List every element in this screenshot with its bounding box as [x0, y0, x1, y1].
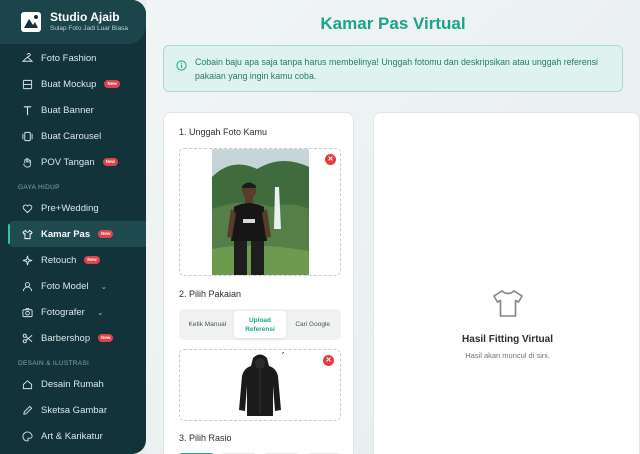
sidebar-item-barbershop[interactable]: Barbershop New — [0, 325, 146, 351]
photo-dropzone[interactable]: ✕ — [179, 148, 341, 276]
sidebar-item-art-karikatur[interactable]: Art & Karikatur — [0, 423, 146, 449]
sidebar-item-label: Desain Rumah — [41, 378, 104, 390]
new-badge: New — [102, 158, 118, 166]
main-content: Kamar Pas Virtual Cobain baju apa saja t… — [146, 0, 640, 454]
new-badge: New — [104, 80, 120, 88]
sidebar-item-kamar-pas[interactable]: Kamar Pas New — [8, 221, 146, 247]
new-badge: New — [98, 230, 114, 238]
sidebar-item-label: Kamar Pas — [41, 228, 91, 240]
carousel-icon — [22, 131, 33, 142]
chevron-down-icon: ⌄ — [96, 307, 104, 317]
remove-clothing-button[interactable]: ✕ — [323, 355, 334, 366]
chevron-down-icon: ⌄ — [100, 281, 108, 291]
sidebar-item-retouch[interactable]: Retouch New — [0, 247, 146, 273]
tshirt-icon — [493, 290, 523, 317]
sidebar-item-buat-carousel[interactable]: Buat Carousel — [0, 123, 146, 149]
step-upload-label: 1. Unggah Foto Kamu — [179, 127, 268, 137]
section-label-desain: DESAIN & ILUSTRASI — [18, 359, 90, 367]
sidebar-item-label: Buat Banner — [41, 104, 94, 116]
info-text: Cobain baju apa saja tanpa harus membeli… — [195, 57, 598, 81]
uploaded-photo — [212, 149, 309, 275]
sidebar-item-label: Foto Model — [41, 280, 89, 292]
info-banner: Cobain baju apa saja tanpa harus membeli… — [163, 45, 623, 92]
step-ratio-label: 3. Pilih Rasio — [179, 433, 232, 443]
logo-icon — [21, 12, 41, 32]
scissors-icon — [22, 333, 33, 344]
sidebar-item-foto-model[interactable]: Foto Model ⌄ — [0, 273, 146, 299]
heart-icon — [22, 203, 33, 214]
brand-header[interactable]: Studio Ajaib Sulap Foto Jadi Luar Biasa — [0, 0, 146, 44]
sidebar-item-label: Fotografer — [41, 306, 85, 318]
sidebar-item-pov-tangan[interactable]: POV Tangan New — [0, 149, 146, 175]
result-title: Hasil Fitting Virtual — [462, 334, 553, 345]
result-subtitle: Hasil akan muncul di sini. — [465, 351, 550, 360]
sparkle-icon — [22, 255, 33, 266]
input-panel: 1. Unggah Foto Kamu ✕ 2. Pilih Pakaian K… — [163, 112, 354, 454]
sidebar-item-label: Barbershop — [41, 332, 91, 344]
sidebar: Studio Ajaib Sulap Foto Jadi Luar Biasa … — [0, 0, 146, 454]
sidebar-item-label: Art & Karikatur — [41, 430, 103, 442]
mockup-icon — [22, 79, 33, 90]
sidebar-item-buat-mockup[interactable]: Buat Mockup New — [0, 71, 146, 97]
sidebar-item-label: POV Tangan — [41, 156, 95, 168]
remove-photo-button[interactable]: ✕ — [325, 154, 336, 165]
info-icon — [176, 60, 187, 71]
page-title: Kamar Pas Virtual — [320, 14, 466, 33]
sidebar-item-sketsa-gambar[interactable]: Sketsa Gambar — [0, 397, 146, 423]
section-label-gaya-hidup: GAYA HIDUP — [18, 183, 60, 191]
pencil-icon — [22, 405, 33, 416]
new-badge: New — [98, 334, 114, 342]
result-panel: Hasil Fitting Virtual Hasil akan muncul … — [373, 112, 640, 454]
sidebar-item-label: Retouch — [41, 254, 77, 266]
brand-title: Studio Ajaib — [50, 10, 120, 24]
tab-ketik-manual[interactable]: Ketik Manual — [181, 311, 234, 338]
tshirt-icon — [22, 229, 33, 240]
tab-cari-google[interactable]: Cari Google — [286, 311, 339, 338]
hand-icon — [22, 157, 33, 168]
sidebar-item-foto-fashion[interactable]: Foto Fashion — [0, 45, 146, 71]
sidebar-item-label: Foto Fashion — [41, 52, 97, 64]
palette-icon — [22, 430, 33, 442]
clothing-input-tabs: Ketik Manual Upload Referensi Cari Googl… — [179, 309, 341, 340]
hanger-icon — [22, 52, 33, 64]
new-badge: New — [84, 256, 100, 264]
step-clothing-label: 2. Pilih Pakaian — [179, 289, 242, 299]
clothing-dropzone[interactable]: ✕ — [179, 349, 341, 421]
sidebar-item-fotografer[interactable]: Fotografer ⌄ — [0, 299, 146, 325]
sidebar-item-label: Pre+Wedding — [41, 202, 99, 214]
sidebar-item-buat-banner[interactable]: Buat Banner — [0, 97, 146, 123]
clothing-reference-image — [236, 352, 284, 420]
camera-icon — [22, 307, 33, 318]
brand-subtitle: Sulap Foto Jadi Luar Biasa — [50, 25, 129, 32]
user-icon — [22, 281, 33, 292]
sidebar-item-label: Buat Carousel — [41, 130, 102, 142]
sidebar-item-desain-rumah[interactable]: Desain Rumah — [0, 371, 146, 397]
sidebar-item-pre-wedding[interactable]: Pre+Wedding — [0, 195, 146, 221]
sidebar-item-label: Buat Mockup — [41, 78, 97, 90]
sidebar-item-label: Sketsa Gambar — [41, 404, 107, 416]
sidebar-nav: Foto Fashion Buat Mockup New Buat Banner… — [0, 45, 146, 449]
tab-upload-referensi[interactable]: Upload Referensi — [233, 311, 287, 338]
home-icon — [22, 379, 33, 390]
text-icon — [22, 105, 33, 116]
